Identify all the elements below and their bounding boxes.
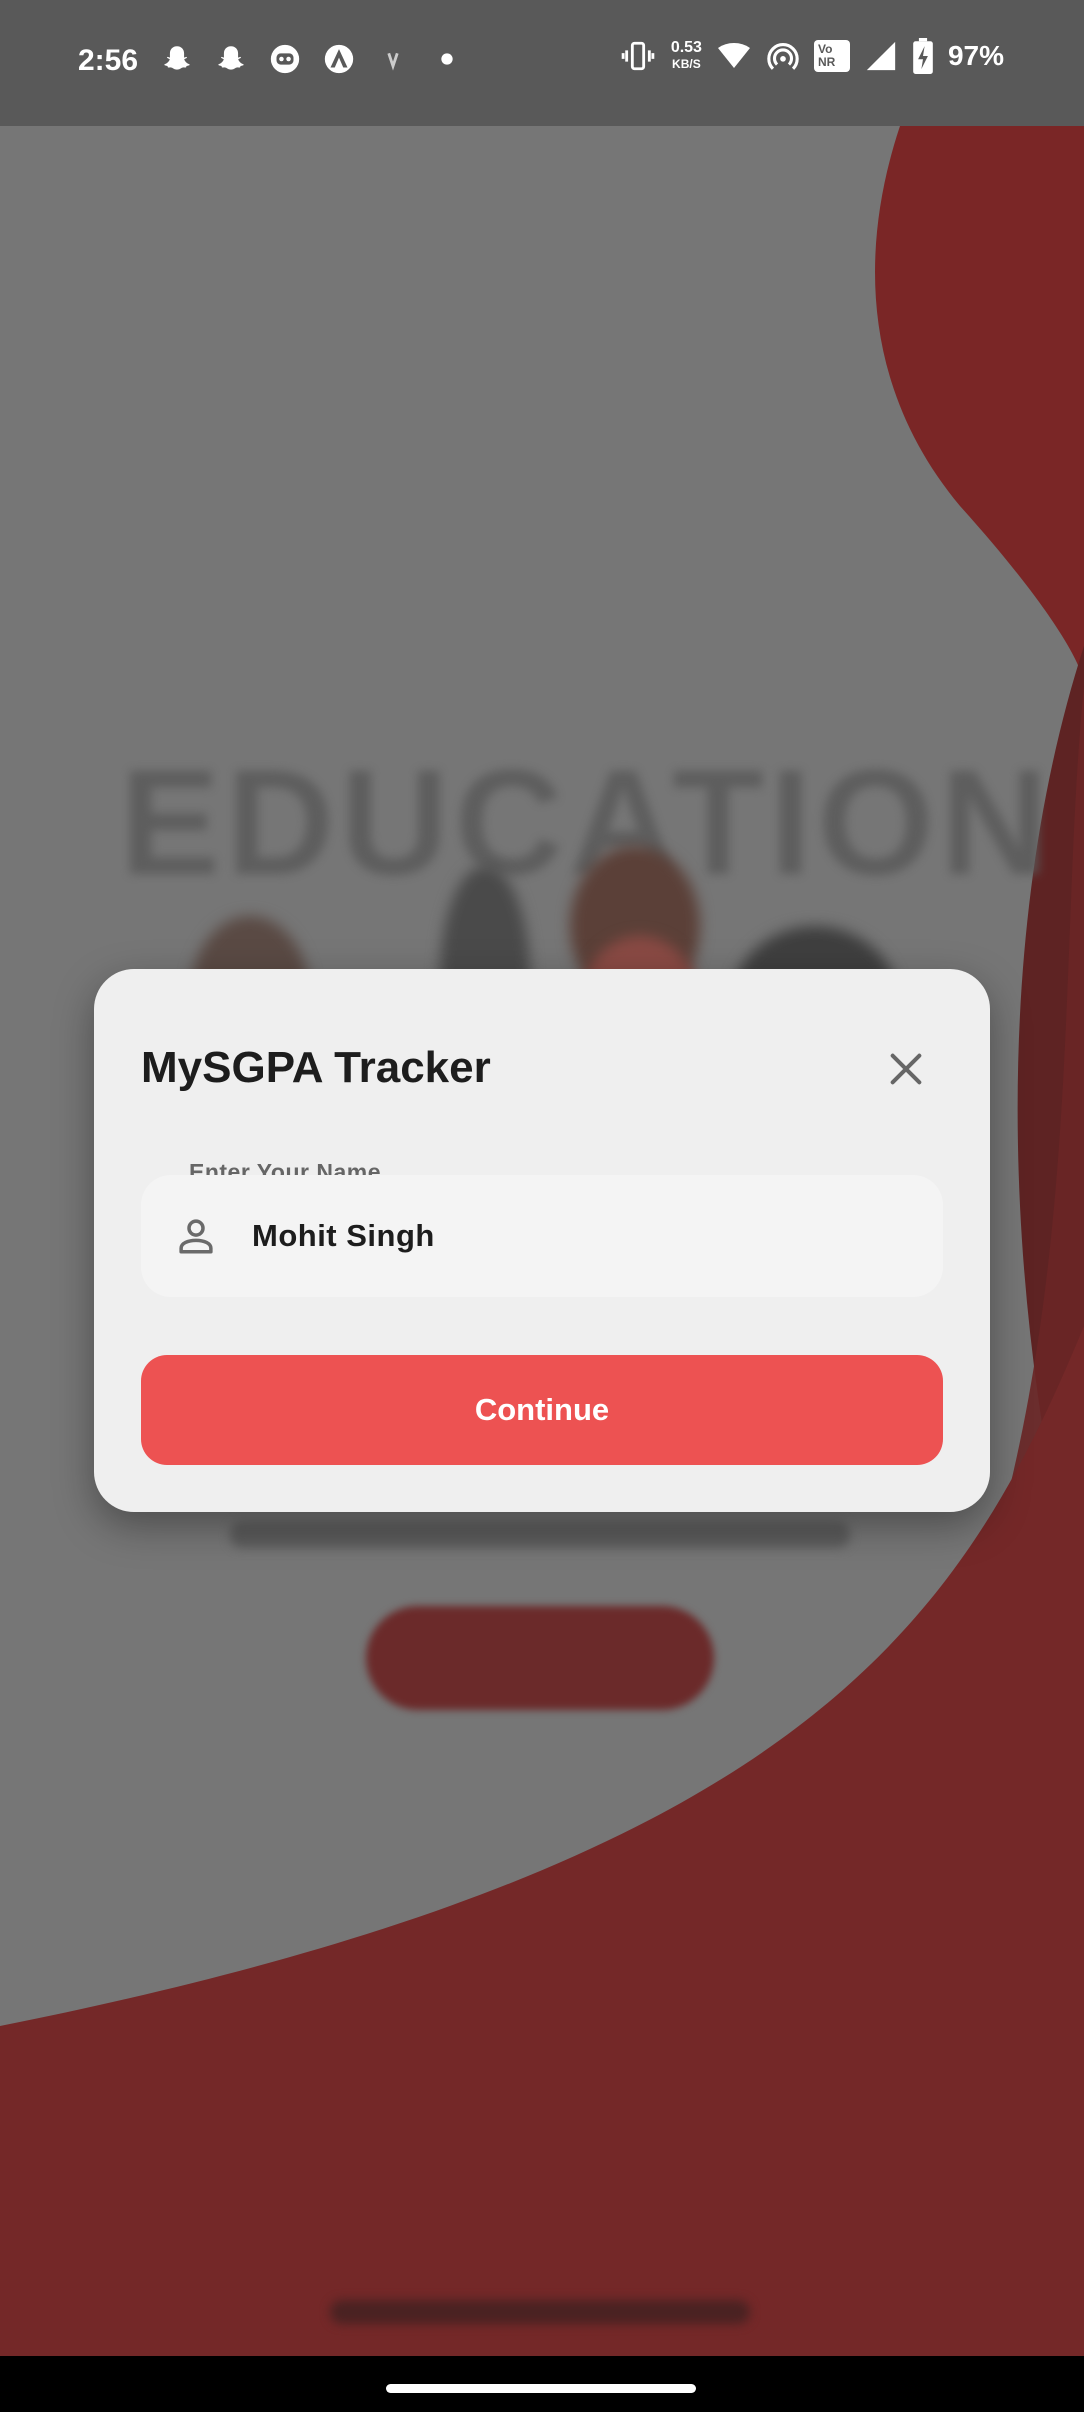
close-icon[interactable] [886, 1049, 926, 1089]
hotspot-icon [767, 43, 799, 70]
network-speed-unit: KB/S [672, 57, 701, 71]
vonr-icon: Vo NR [813, 40, 850, 72]
background-get-started-button [366, 1606, 714, 1710]
dialog-title: MySGPA Tracker [141, 1043, 491, 1092]
cellular-signal-icon [866, 41, 896, 71]
home-gesture-handle[interactable] [386, 2384, 696, 2393]
status-time: 2:56 [78, 44, 139, 77]
app-icon [387, 52, 399, 71]
dot-icon [441, 53, 453, 65]
person-icon [179, 1219, 213, 1254]
continue-button[interactable]: Continue [141, 1355, 943, 1465]
battery-percent: 97% [947, 40, 1004, 71]
name-input[interactable]: Mohit Singh [141, 1175, 943, 1297]
app-icon [324, 44, 354, 74]
background-copyright [330, 2300, 750, 2324]
vibrate-icon [621, 41, 655, 71]
navigation-bar [0, 2356, 1084, 2412]
status-bar: 2:56 0.53 KB/S Vo NR 97% [0, 0, 1084, 126]
network-speed: 0.53 KB/S [671, 39, 702, 73]
snapchat-icon [218, 46, 244, 70]
notification-icons [160, 42, 464, 76]
app-icon [270, 44, 300, 74]
name-dialog: MySGPA Tracker Enter Your Name Mohit Sin… [94, 969, 990, 1512]
snapchat-icon [164, 46, 190, 70]
background-tagline [230, 1522, 850, 1548]
vonr-bottom: NR [817, 55, 836, 69]
battery-charging-icon [913, 38, 933, 74]
name-input-value[interactable]: Mohit Singh [252, 1218, 435, 1254]
wifi-icon [717, 43, 750, 68]
system-status-icons: 0.53 KB/S Vo NR 97% [619, 38, 1004, 74]
network-speed-value: 0.53 [670, 39, 702, 56]
